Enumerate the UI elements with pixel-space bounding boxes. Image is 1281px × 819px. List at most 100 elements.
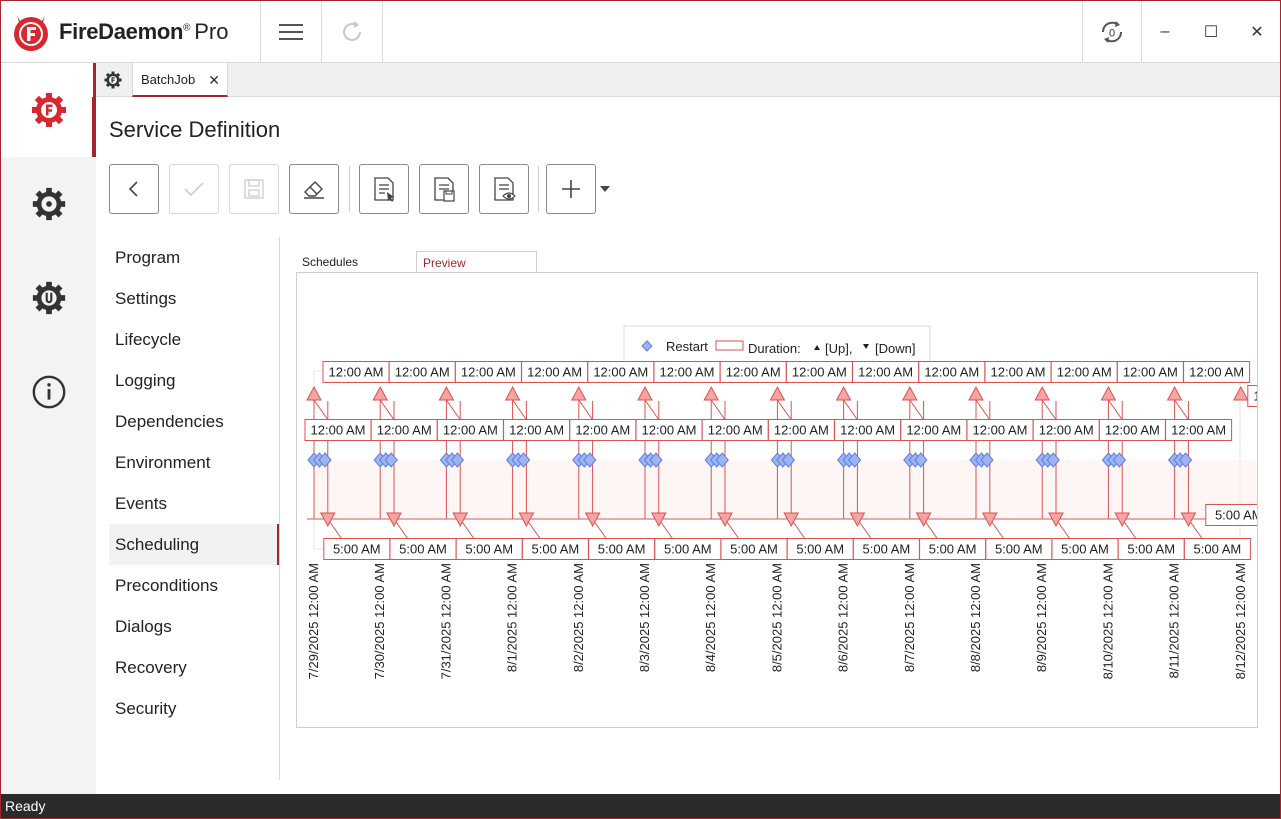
x-tick-label: 8/5/2025 12:00 AM	[769, 563, 784, 672]
close-icon: ✕	[1250, 23, 1264, 41]
legend-duration-label: Duration:	[748, 341, 801, 356]
apply-button[interactable]	[169, 164, 219, 214]
nav-item-dependencies[interactable]: Dependencies	[109, 401, 279, 442]
x-tick-label: 8/7/2025 12:00 AM	[902, 563, 917, 672]
up-time-label: 12:00 AM	[660, 365, 715, 380]
maximize-button[interactable]: ☐	[1188, 1, 1234, 62]
toolbar-separator	[538, 166, 539, 212]
up-marker	[637, 385, 653, 401]
nav-item-dialogs[interactable]: Dialogs	[109, 606, 279, 647]
nav-item-lifecycle[interactable]: Lifecycle	[109, 319, 279, 360]
down-time-label: 5:00 AM	[863, 542, 911, 557]
label-leader	[1174, 399, 1190, 421]
legend-down-label: [Down]	[875, 341, 915, 356]
nav-item-preconditions[interactable]: Preconditions	[109, 565, 279, 606]
nav-item-scheduling[interactable]: Scheduling	[109, 524, 280, 565]
nav-item-logging[interactable]: Logging	[109, 360, 279, 401]
save-icon	[244, 179, 264, 199]
up-marker	[372, 385, 389, 401]
tab-batchjob[interactable]: BatchJob ✕	[132, 63, 228, 97]
app-window: FireDaemon® Pro 0 – ☐ ✕ BatchJob ✕ Servi…	[0, 0, 1281, 819]
add-icon	[562, 180, 580, 198]
minimize-button[interactable]: –	[1142, 1, 1188, 62]
rail-utilities[interactable]	[1, 251, 96, 345]
down-time-label: 5:00 AM	[730, 542, 778, 557]
up-time-label: 12:00 AM	[443, 423, 498, 438]
brand-registered-mark: ®	[183, 22, 191, 34]
preview-definition-button[interactable]	[479, 164, 529, 214]
chart-marks: 12:00 AM 12:00 AM 5:00 AM 7/29/2025 12:00 A…	[304, 361, 1257, 679]
up-time-label: 12:00 AM	[1253, 389, 1257, 404]
tab-close-icon[interactable]: ✕	[208, 72, 220, 89]
status-bar: Ready	[1, 794, 1280, 818]
up-time-label: 12:00 AM	[377, 423, 432, 438]
duration-band	[314, 460, 1257, 518]
service-status-icon: 0	[1101, 20, 1123, 43]
service-status-button[interactable]: 0	[1083, 1, 1141, 62]
up-time-label: 12:00 AM	[527, 365, 582, 380]
hamburger-icon	[279, 23, 303, 40]
nav-item-environment[interactable]: Environment	[109, 442, 279, 483]
up-time-label: 12:00 AM	[1039, 423, 1094, 438]
minimize-icon: –	[1160, 22, 1170, 40]
up-time-label: 12:00 AM	[593, 365, 648, 380]
save-button[interactable]	[229, 164, 279, 214]
up-time-label: 12:00 AM	[642, 423, 697, 438]
refresh-button[interactable]	[322, 1, 382, 62]
status-text: Ready	[5, 798, 46, 814]
nav-item-events[interactable]: Events	[109, 483, 279, 524]
up-marker	[306, 385, 322, 401]
nav-item-recovery[interactable]: Recovery	[109, 647, 279, 688]
refresh-icon	[343, 20, 361, 41]
x-tick-label: 8/10/2025 12:00 AM	[1100, 563, 1115, 679]
label-leader	[776, 399, 792, 421]
label-leader	[578, 399, 594, 421]
nav-divider	[279, 237, 280, 780]
down-time-label: 5:00 AM	[598, 542, 646, 557]
rail-info[interactable]	[1, 345, 96, 439]
up-time-label: 12:00 AM	[395, 365, 450, 380]
add-dropdown-chevron-down-icon[interactable]	[599, 185, 611, 193]
rail-services[interactable]	[1, 63, 96, 157]
x-tick-label: 7/29/2025 12:00 AM	[306, 563, 321, 679]
rail-settings[interactable]	[1, 157, 96, 251]
tab-schedules[interactable]: Schedules	[296, 251, 414, 273]
down-time-label: 5:00 AM	[995, 542, 1043, 557]
up-marker	[504, 385, 521, 401]
down-time-label: 5:00 AM	[1127, 542, 1175, 557]
tab-home[interactable]	[96, 63, 130, 97]
label-leader	[1041, 399, 1057, 421]
nav-item-program[interactable]: Program	[109, 237, 279, 278]
back-button[interactable]	[109, 164, 159, 214]
close-window-button[interactable]: ✕	[1234, 1, 1280, 62]
x-tick-label: 8/2/2025 12:00 AM	[571, 563, 586, 672]
clear-button[interactable]	[289, 164, 339, 214]
nav-item-settings[interactable]: Settings	[109, 278, 279, 319]
brand: FireDaemon® Pro	[11, 11, 228, 53]
settings-gear-icon	[32, 187, 65, 221]
x-tick-label: 8/11/2025 12:00 AM	[1167, 563, 1182, 678]
menu-button[interactable]	[261, 1, 321, 62]
x-tick-label: 7/30/2025 12:00 AM	[372, 563, 387, 679]
down-time-label: 5:00 AM	[1194, 542, 1242, 557]
titlebar-separator	[382, 1, 383, 62]
schedule-preview-panel: Restart Duration: [Up], [Down] 12:00 AM 1…	[296, 272, 1258, 728]
up-time-label: 12:00 AM	[1057, 365, 1112, 380]
add-button[interactable]	[546, 164, 596, 214]
title-bar: FireDaemon® Pro 0 – ☐ ✕	[1, 1, 1280, 63]
save-definition-button[interactable]	[419, 164, 469, 214]
document-tab-strip: BatchJob ✕	[96, 63, 1280, 97]
up-marker	[901, 385, 918, 401]
x-tick-label: 8/12/2025 12:00 AM	[1233, 563, 1248, 679]
brand-name: FireDaemon®	[59, 19, 191, 45]
up-time-label: 12:00 AM	[858, 365, 913, 380]
up-time-label: 12:00 AM	[509, 423, 564, 438]
legend-restart-label: Restart	[666, 339, 708, 354]
info-icon	[32, 375, 65, 409]
nav-item-security[interactable]: Security	[109, 688, 279, 729]
edit-definition-button[interactable]	[359, 164, 409, 214]
up-time-label: 12:00 AM	[973, 423, 1028, 438]
check-icon	[184, 182, 204, 197]
up-time-label: 12:00 AM	[311, 423, 366, 438]
tab-preview[interactable]: Preview	[416, 251, 537, 274]
